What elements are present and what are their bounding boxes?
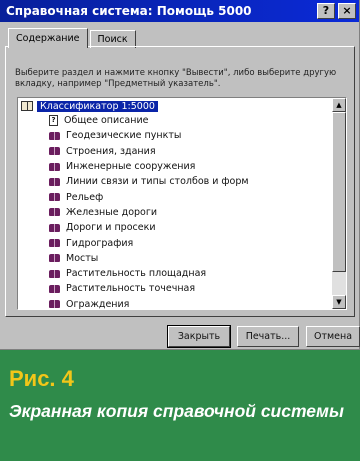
book-icon (49, 284, 60, 293)
tree-item-label: Инженерные сооружения (66, 161, 196, 173)
tree-item[interactable]: ? Общее описание (18, 113, 332, 128)
tree-item[interactable]: Ограждения (18, 297, 332, 310)
book-icon (49, 162, 60, 171)
scroll-thumb[interactable] (332, 112, 346, 272)
tree-item-label: Растительность площадная (66, 268, 207, 280)
tree-item[interactable]: Растительность точечная (18, 281, 332, 296)
book-icon (49, 131, 60, 140)
tree-item-label: Строения, здания (66, 145, 156, 157)
book-icon (49, 177, 60, 186)
tree-item-label: Общее описание (64, 115, 149, 127)
help-question-button[interactable]: ? (317, 3, 335, 19)
figure-number: Рис. 4 (9, 366, 74, 391)
instruction-text: Выберите раздел и нажмите кнопку "Вывест… (15, 68, 337, 89)
book-icon (49, 147, 60, 156)
tree-root-label: Классификатор 1:5000 (37, 100, 158, 112)
book-icon (49, 223, 60, 232)
window-title: Справочная система: Помощь 5000 (6, 4, 252, 18)
tree-item-label: Дороги и просеки (66, 222, 156, 234)
book-icon (49, 300, 60, 309)
help-window: Справочная система: Помощь 5000 ? × Соде… (0, 0, 360, 350)
tree-item[interactable]: Гидрография (18, 235, 332, 250)
contents-tree[interactable]: Классификатор 1:5000 ? Общее описание Геод… (17, 97, 347, 310)
tree-item[interactable]: Железные дороги (18, 205, 332, 220)
tree-item[interactable]: Строения, здания (18, 144, 332, 159)
close-window-button[interactable]: × (338, 3, 356, 19)
tree-item-label: Железные дороги (66, 206, 158, 218)
tree-item[interactable]: Дороги и просеки (18, 220, 332, 235)
tree-item[interactable]: Мосты (18, 251, 332, 266)
tree-item-label: Ограждения (66, 298, 130, 310)
book-icon (49, 239, 60, 248)
close-button[interactable]: Закрыть (167, 325, 231, 348)
book-icon (49, 254, 60, 263)
vertical-scrollbar[interactable]: ▲ ▼ (332, 98, 346, 309)
tree-root-item[interactable]: Классификатор 1:5000 (18, 99, 332, 113)
title-bar[interactable]: Справочная система: Помощь 5000 ? × (0, 0, 359, 22)
tree-item[interactable]: Линии связи и типы столбов и форм (18, 174, 332, 189)
book-icon (49, 193, 60, 202)
tree-item[interactable]: Рельеф (18, 189, 332, 204)
cancel-button[interactable]: Отмена (306, 326, 360, 347)
page-icon: ? (49, 115, 58, 127)
book-icon (49, 269, 60, 278)
tree-item-label: Геодезические пункты (66, 130, 182, 142)
tree-item-label: Линии связи и типы столбов и форм (66, 176, 249, 188)
scroll-up-arrow-icon[interactable]: ▲ (332, 98, 346, 112)
open-book-icon (21, 101, 33, 111)
tab-contents[interactable]: Содержание (8, 28, 88, 48)
tree-item[interactable]: Растительность площадная (18, 266, 332, 281)
print-button[interactable]: Печать... (237, 326, 299, 347)
figure-caption: Экранная копия справочной системы (9, 401, 344, 421)
scroll-down-arrow-icon[interactable]: ▼ (332, 295, 346, 309)
tree-item-label: Мосты (66, 252, 99, 264)
tree-item-label: Гидрография (66, 237, 134, 249)
book-icon (49, 208, 60, 217)
tree-item[interactable]: Геодезические пункты (18, 128, 332, 143)
tree-item[interactable]: Инженерные сооружения (18, 159, 332, 174)
tree-item-label: Рельеф (66, 191, 104, 203)
tree-view: Классификатор 1:5000 ? Общее описание Геод… (18, 98, 332, 309)
tree-item-label: Растительность точечная (66, 283, 196, 295)
